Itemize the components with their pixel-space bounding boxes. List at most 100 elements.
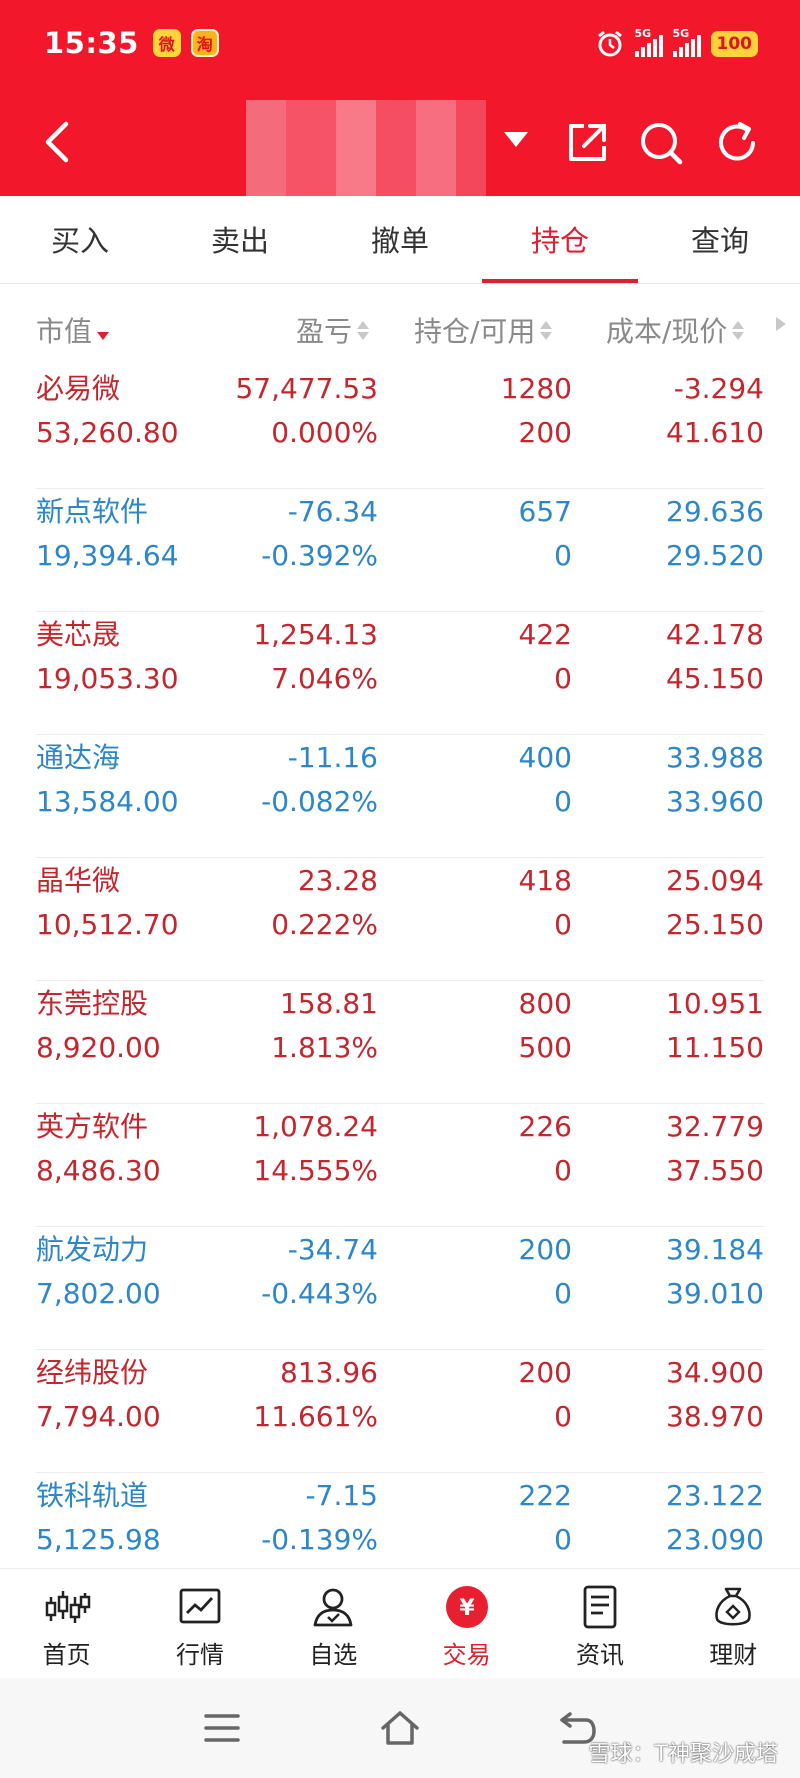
market-value: 13,584.00 bbox=[36, 785, 179, 818]
market-value: 10,512.70 bbox=[36, 908, 179, 941]
status-indicators: 5G 5G 100 bbox=[595, 26, 758, 62]
sort-desc-icon bbox=[97, 321, 110, 340]
profit-loss: 1,254.13 bbox=[253, 618, 378, 651]
column-profit-loss: 盈亏 bbox=[296, 315, 353, 348]
current-price: 38.970 bbox=[666, 1400, 764, 1433]
sort-profit-loss-button[interactable]: 盈亏 bbox=[296, 310, 370, 350]
status-bar: 15:35 微 淘 bbox=[44, 22, 219, 64]
position-qty: 200 bbox=[518, 1356, 572, 1389]
tab-query[interactable]: 查询 bbox=[640, 196, 800, 283]
available-qty: 0 bbox=[554, 1277, 572, 1310]
current-price: 23.090 bbox=[666, 1523, 764, 1556]
document-icon bbox=[583, 1585, 617, 1629]
profit-loss: 1,078.24 bbox=[253, 1110, 378, 1143]
nav-trade-label: 交易 bbox=[442, 1641, 491, 1669]
system-nav-bar: 雪球：T神聚沙成塔 bbox=[0, 1678, 800, 1778]
stock-name: 东莞控股 bbox=[36, 987, 149, 1020]
refresh-icon[interactable] bbox=[712, 118, 762, 168]
back-icon[interactable] bbox=[38, 118, 78, 166]
yuan-icon: ¥ bbox=[445, 1586, 488, 1628]
signal-5g-icon: 5G bbox=[634, 27, 663, 57]
current-price: 33.960 bbox=[666, 785, 764, 818]
column-cost-price: 成本/现价 bbox=[606, 315, 728, 348]
cost-price: 39.184 bbox=[666, 1233, 764, 1266]
nav-watchlist[interactable]: 自选 bbox=[267, 1569, 400, 1678]
home-icon[interactable] bbox=[378, 1706, 422, 1750]
market-value: 19,394.64 bbox=[36, 539, 179, 572]
profit-loss: 23.28 bbox=[297, 864, 378, 897]
holding-row[interactable]: 晶华微 10,512.70 23.28 0.222% 418 0 25.094 25.150 bbox=[0, 858, 800, 981]
profit-loss-percent: -0.392% bbox=[261, 539, 378, 572]
profit-loss: 57,477.53 bbox=[235, 372, 378, 405]
profit-loss: -34.74 bbox=[287, 1233, 378, 1266]
stock-name: 英方软件 bbox=[36, 1110, 149, 1143]
available-qty: 0 bbox=[554, 662, 572, 695]
sort-market-value-button[interactable]: 市值 bbox=[36, 310, 110, 350]
position-qty: 657 bbox=[518, 495, 572, 528]
holding-row[interactable]: 美芯晟 19,053.30 1,254.13 7.046% 422 0 42.178 45.1… bbox=[0, 612, 800, 735]
holding-row[interactable]: 航发动力 7,802.00 -34.74 -0.443% 200 0 39.184 39.01… bbox=[0, 1227, 800, 1350]
share-icon[interactable] bbox=[562, 118, 612, 168]
account-title-redacted[interactable] bbox=[246, 100, 486, 196]
current-price: 37.550 bbox=[666, 1154, 764, 1187]
tab-cancel[interactable]: 撤单 bbox=[320, 196, 480, 283]
status-time: 15:35 bbox=[44, 26, 139, 60]
watermark: 雪球：T神聚沙成塔 bbox=[588, 1742, 778, 1767]
holding-row[interactable]: 经纬股份 7,794.00 813.96 11.661% 200 0 34.900 38.97… bbox=[0, 1350, 800, 1473]
market-value: 8,920.00 bbox=[36, 1031, 161, 1064]
candlestick-icon bbox=[45, 1591, 90, 1623]
position-qty: 1280 bbox=[500, 372, 572, 405]
person-icon bbox=[313, 1588, 353, 1627]
nav-news-label: 资讯 bbox=[575, 1641, 624, 1669]
cost-price: 25.094 bbox=[666, 864, 764, 897]
tab-buy[interactable]: 买入 bbox=[0, 196, 160, 283]
profit-loss-percent: 0.000% bbox=[271, 416, 378, 449]
nav-home[interactable]: 首页 bbox=[0, 1569, 133, 1678]
menu-icon[interactable] bbox=[200, 1706, 244, 1750]
holding-row[interactable]: 东莞控股 8,920.00 158.81 1.813% 800 500 10.951 11.1… bbox=[0, 981, 800, 1104]
weibo-icon: 微 bbox=[152, 29, 181, 57]
nav-market[interactable]: 行情 bbox=[133, 1569, 266, 1678]
nav-trade[interactable]: ¥ 交易 bbox=[400, 1569, 533, 1678]
cost-price: 23.122 bbox=[666, 1479, 764, 1512]
holding-row[interactable]: 必易微 53,260.80 57,477.53 0.000% 1280 200 -3.294… bbox=[0, 366, 800, 489]
current-price: 11.150 bbox=[666, 1031, 764, 1064]
more-columns-icon[interactable] bbox=[776, 317, 786, 331]
nav-news[interactable]: 资讯 bbox=[533, 1569, 666, 1678]
market-value: 8,486.30 bbox=[36, 1154, 161, 1187]
nav-finance[interactable]: 理财 bbox=[667, 1569, 800, 1678]
holding-row[interactable]: 通达海 13,584.00 -11.16 -0.082% 400 0 33.988 33.96… bbox=[0, 735, 800, 858]
money-bag-icon bbox=[715, 1587, 752, 1626]
current-price: 25.150 bbox=[666, 908, 764, 941]
signal-5g-icon: 5G bbox=[672, 27, 701, 57]
available-qty: 200 bbox=[518, 416, 572, 449]
available-qty: 0 bbox=[554, 539, 572, 572]
position-qty: 226 bbox=[518, 1110, 572, 1143]
nav-finance-label: 理财 bbox=[709, 1641, 758, 1669]
trade-tabs: 买入 卖出 撤单 持仓 查询 bbox=[0, 196, 800, 284]
tab-holdings[interactable]: 持仓 bbox=[480, 196, 640, 283]
stock-name: 晶华微 bbox=[36, 864, 121, 897]
stock-name: 通达海 bbox=[36, 741, 121, 774]
available-qty: 0 bbox=[554, 1154, 572, 1187]
account-dropdown-icon[interactable] bbox=[504, 132, 528, 147]
available-qty: 0 bbox=[554, 1400, 572, 1433]
available-qty: 0 bbox=[554, 908, 572, 941]
available-qty: 0 bbox=[554, 1523, 572, 1556]
holding-row[interactable]: 英方软件 8,486.30 1,078.24 14.555% 226 0 32.779 37.… bbox=[0, 1104, 800, 1227]
position-qty: 422 bbox=[518, 618, 572, 651]
taobao-icon: 淘 bbox=[190, 29, 219, 57]
position-qty: 800 bbox=[518, 987, 572, 1020]
sort-cost-price-button[interactable]: 成本/现价 bbox=[606, 310, 745, 350]
sort-position-button[interactable]: 持仓/可用 bbox=[414, 310, 553, 350]
current-price: 29.520 bbox=[666, 539, 764, 572]
profit-loss: 813.96 bbox=[280, 1356, 378, 1389]
sort-icon bbox=[732, 320, 745, 340]
search-icon[interactable] bbox=[636, 118, 686, 168]
cost-price: 33.988 bbox=[666, 741, 764, 774]
tab-sell[interactable]: 卖出 bbox=[160, 196, 320, 283]
holding-row[interactable]: 新点软件 19,394.64 -76.34 -0.392% 657 0 29.636 29.5… bbox=[0, 489, 800, 612]
profit-loss-percent: -0.443% bbox=[261, 1277, 378, 1310]
market-value: 19,053.30 bbox=[36, 662, 179, 695]
cost-price: -3.294 bbox=[673, 372, 764, 405]
